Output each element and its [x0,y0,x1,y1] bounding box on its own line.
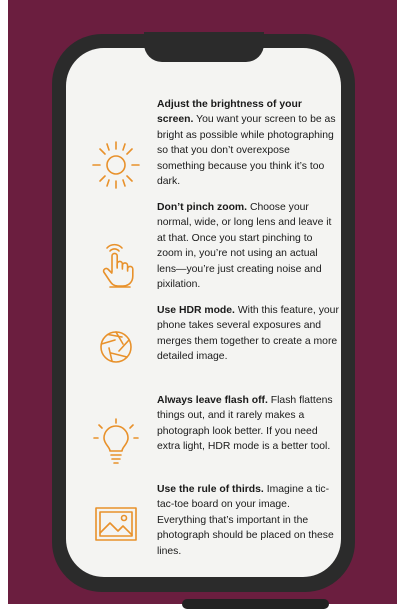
home-indicator [182,599,329,609]
tip-heading: Use HDR mode. [157,305,235,316]
infographic: Adjust the brightness of your screen. Yo… [0,0,405,610]
tip-heading: Always leave flash off. [157,395,268,406]
tip-body: Choose your normal, wide, or long lens a… [157,202,332,291]
phone-screen: Adjust the brightness of your screen. Yo… [66,48,341,577]
phone-notch [144,32,264,62]
lightbulb-icon [90,417,142,469]
image-icon [90,498,142,550]
aperture-icon [90,321,142,373]
tip-text: Don’t pinch zoom. Choose your normal, wi… [157,200,339,292]
tip-text: Use the rule of thirds. Imagine a tic-ta… [157,482,339,559]
pinch-hand-icon [90,240,142,292]
phone-speaker [167,77,239,85]
phone-frame: Adjust the brightness of your screen. Yo… [52,32,355,609]
tip-text: Use HDR mode. With this feature, your ph… [157,303,339,365]
tip-heading: Don’t pinch zoom. [157,202,248,213]
tip-heading: Use the rule of thirds. [157,484,264,495]
tip-text: Always leave flash off. Flash flattens t… [157,393,339,455]
tip-text: Adjust the brightness of your screen. Yo… [157,97,339,189]
sun-icon [90,139,142,191]
